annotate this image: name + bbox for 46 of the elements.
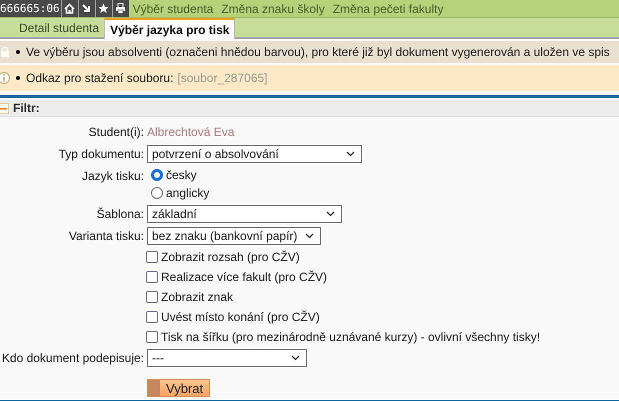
nav-link[interactable]: Výběr studenta	[128, 0, 218, 17]
checkbox[interactable]	[146, 251, 158, 263]
filter-title: Filtr:	[13, 101, 40, 115]
field-label: Typ dokumentu:	[58, 146, 144, 163]
field-label: Šablona:	[96, 206, 144, 223]
dropdown[interactable]: potvrzení o absolvování	[147, 145, 362, 163]
bullet-icon	[14, 48, 22, 56]
checkbox[interactable]	[146, 311, 158, 323]
radio-button[interactable]	[151, 169, 163, 181]
session-timer: 666665:06	[0, 0, 61, 17]
tab[interactable]: Výběr jazyka pro tisk	[104, 18, 236, 39]
nav-link[interactable]: Změna znaku školy	[217, 0, 329, 17]
field-label: Jazyk tisku:	[82, 168, 144, 185]
chevron-icon	[291, 355, 300, 361]
checkbox-label: Realizace více fakult (pro CŽV)	[161, 269, 328, 285]
checkbox-label: Tisk na šířku (pro mezinárodně uznávané kurzy) - ovlivní všechny tisky!	[161, 329, 540, 345]
nav-link[interactable]: Změna pečeti fakulty	[328, 0, 448, 17]
notice-text: Odkaz pro stažení souboru:	[26, 71, 174, 85]
student-name: Albrechtová Eva	[147, 124, 234, 141]
dropdown[interactable]: bez znaku (bankovní papír)	[147, 227, 322, 245]
bullet-icon	[14, 74, 22, 82]
minus-icon[interactable]	[0, 102, 9, 114]
lock-icon	[1, 47, 9, 57]
checkbox-label: Uvést místo konání (pro CŽV)	[161, 309, 320, 325]
radio-button[interactable]	[151, 187, 163, 199]
checkbox[interactable]	[146, 291, 158, 303]
checkbox[interactable]	[146, 331, 158, 343]
checkbox-label: Zobrazit znak	[161, 289, 234, 305]
radio-label: česky	[166, 167, 197, 183]
field-label: Kdo dokument podepisuje:	[2, 350, 144, 367]
printer-icon[interactable]	[112, 0, 129, 17]
field-label: Student(i):	[88, 124, 144, 141]
chevron-icon	[305, 233, 314, 239]
info-icon	[0, 71, 10, 85]
dropdown[interactable]: ---	[147, 349, 307, 367]
notice-text: Ve výběru jsou absolventi (označeni hnědou barvou), pro které již byl dokument vygenerován a uložen ve spis	[26, 45, 610, 59]
chevron-icon	[346, 151, 355, 157]
checkbox-label: Zobrazit rozsah (pro CŽV)	[161, 249, 300, 265]
dropdown[interactable]: základní	[147, 205, 342, 223]
tab[interactable]: Detail studenta	[14, 19, 104, 37]
chevron-icon	[326, 211, 335, 217]
select-button[interactable]: Vybrat	[147, 379, 210, 397]
home-icon[interactable]	[60, 0, 78, 17]
field-label: Varianta tisku:	[68, 228, 144, 245]
radio-label: anglicky	[166, 185, 210, 201]
checkbox[interactable]	[146, 271, 158, 283]
